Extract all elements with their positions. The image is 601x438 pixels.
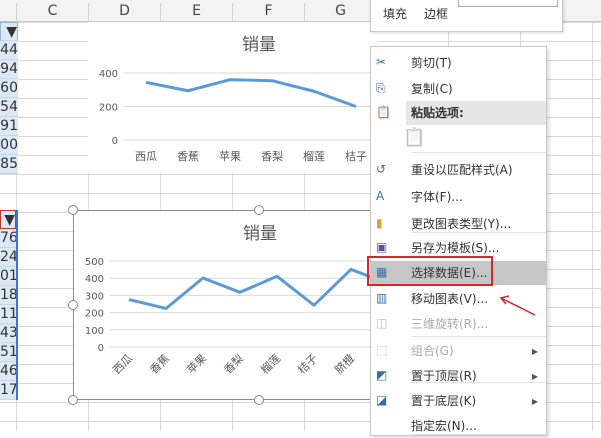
menu-item[interactable]: 剪切(T) — [371, 51, 546, 75]
menu-item: 粘贴选项: — [406, 101, 546, 125]
cell[interactable]: 54 — [0, 98, 18, 117]
font-icon: A — [376, 189, 385, 203]
y-tick-label: 200 — [85, 309, 104, 320]
x-tick-label: 榴莲 — [258, 351, 283, 376]
filter-dropdown[interactable]: ▼ — [0, 22, 18, 41]
group-icon: ⬚ — [376, 343, 388, 357]
fill-button[interactable]: 填充 — [383, 5, 407, 22]
menu-item[interactable]: 置于顶层(R) — [371, 364, 546, 388]
x-tick-label: 桔子 — [295, 351, 320, 376]
cell[interactable]: 85 — [0, 155, 18, 174]
filter-dropdown[interactable]: ▼ — [0, 210, 16, 229]
copy-icon: ⎘ — [376, 81, 386, 95]
y-tick-label: 200 — [99, 103, 118, 114]
highlight-box — [367, 256, 493, 286]
chart-plot: 销量 0 200 400 西瓜 香蕉 苹果 香梨 榴莲 桔子 — [99, 35, 378, 163]
resize-handle[interactable] — [68, 205, 78, 215]
x-tick-label: 西瓜 — [110, 352, 135, 377]
x-tick-label: 桔子 — [345, 149, 367, 163]
menu-separator — [411, 336, 546, 337]
chart-title: 销量 — [243, 224, 277, 244]
reset-style-icon: ↺ — [376, 162, 387, 176]
cell[interactable]: 46 — [0, 362, 16, 381]
y-tick-label: 500 — [85, 257, 104, 268]
resize-handle[interactable] — [68, 395, 78, 405]
submenu-arrow-icon: ▶ — [531, 347, 538, 356]
cells-bottom: ▼ 76 24 01 18 11 43 51 46 17 — [0, 210, 18, 400]
x-tick-label: 西瓜 — [135, 150, 157, 163]
series-line[interactable] — [128, 267, 377, 310]
submenu-arrow-icon: ▶ — [531, 372, 538, 381]
sales-chart-top[interactable]: 销量 0 200 400 西瓜 香蕉 苹果 香梨 榴莲 桔子 — [88, 22, 378, 172]
style-dropdown[interactable] — [458, 0, 558, 7]
cell[interactable]: 76 — [0, 229, 16, 248]
y-tick-label: 400 — [99, 69, 118, 80]
resize-handle[interactable] — [254, 205, 264, 215]
cell[interactable]: 00 — [0, 136, 18, 155]
3d-rotate-icon: ◫ — [376, 316, 388, 330]
border-button[interactable]: 边框 — [424, 5, 448, 22]
cell[interactable]: 44 — [0, 41, 18, 60]
x-tick-label: 脐橙 — [332, 351, 357, 376]
y-tick-label: 100 — [85, 326, 104, 337]
x-tick-label: 香蕉 — [147, 352, 172, 377]
column-header-e[interactable]: E — [160, 3, 232, 22]
menu-item[interactable]: 复制(C) — [371, 77, 546, 101]
cell[interactable]: 91 — [0, 117, 18, 136]
cell[interactable]: 24 — [0, 248, 16, 267]
menu-item[interactable]: 置于底层(K) — [371, 389, 546, 413]
cell[interactable]: 60 — [0, 79, 18, 98]
x-tick-label: 香蕉 — [177, 150, 199, 163]
scissors-icon: ✂ — [376, 55, 387, 69]
menu-item[interactable]: 重设以匹配样式(A) — [371, 158, 546, 182]
menu-item[interactable]: 组合(G) — [371, 339, 546, 363]
column-header-g[interactable]: G — [304, 3, 376, 22]
chart-plot: 销量0100200300400500西瓜香蕉苹果香梨榴莲桔子脐橙葡 — [85, 224, 377, 377]
bring-front-icon: ◩ — [376, 368, 388, 382]
cell[interactable]: 94 — [0, 60, 18, 79]
send-back-icon: ◪ — [376, 393, 388, 407]
chart-type-icon: ▮ — [376, 216, 383, 230]
cell[interactable]: 17 — [0, 381, 16, 400]
resize-handle[interactable] — [68, 300, 78, 310]
context-menu: 剪切(T) ✂ 复制(C) ⎘ 粘贴选项: 📋 重设以匹配样式(A) ↺ 字体(F)... A 更改… — [370, 46, 547, 436]
x-tick-label: 榴莲 — [303, 149, 325, 163]
sales-chart-selected[interactable]: 销量0100200300400500西瓜香蕉苹果香梨榴莲桔子脐橙葡 — [73, 210, 378, 400]
red-arrow-annotation — [499, 295, 536, 316]
column-header-c[interactable]: C — [16, 3, 88, 22]
cells-top: ▼ 44 94 60 54 91 00 85 — [0, 22, 18, 174]
resize-handle[interactable] — [254, 395, 264, 405]
y-tick-label: 300 — [85, 291, 104, 302]
save-template-icon: ▣ — [376, 240, 388, 254]
paste-option-icon[interactable]: 📋 — [403, 127, 425, 148]
cell[interactable]: 11 — [0, 305, 16, 324]
x-tick-label: 苹果 — [184, 351, 209, 376]
menu-separator — [411, 152, 546, 153]
chart-title: 销量 — [242, 35, 276, 55]
column-header-d[interactable]: D — [88, 3, 160, 22]
menu-separator — [411, 434, 546, 435]
y-tick-label: 0 — [112, 136, 118, 147]
x-tick-label: 香梨 — [261, 149, 283, 163]
menu-separator — [411, 382, 546, 383]
x-tick-label: 苹果 — [219, 149, 241, 163]
mini-toolbar: 填充 边框 — [370, 0, 563, 32]
y-tick-label: 0 — [98, 343, 104, 354]
cell[interactable]: 51 — [0, 343, 16, 362]
series-line[interactable] — [145, 78, 357, 108]
cell[interactable]: 18 — [0, 286, 16, 305]
cell[interactable]: 01 — [0, 267, 16, 286]
cell[interactable]: 43 — [0, 324, 16, 343]
menu-separator — [411, 232, 546, 233]
move-chart-icon: ▥ — [376, 291, 388, 305]
paste-icon: 📋 — [376, 105, 391, 119]
y-tick-label: 400 — [85, 274, 104, 285]
column-header-f[interactable]: F — [232, 3, 304, 22]
menu-item[interactable]: 字体(F)... — [371, 185, 546, 209]
submenu-arrow-icon: ▶ — [531, 397, 538, 406]
x-tick-label: 香梨 — [221, 351, 246, 376]
